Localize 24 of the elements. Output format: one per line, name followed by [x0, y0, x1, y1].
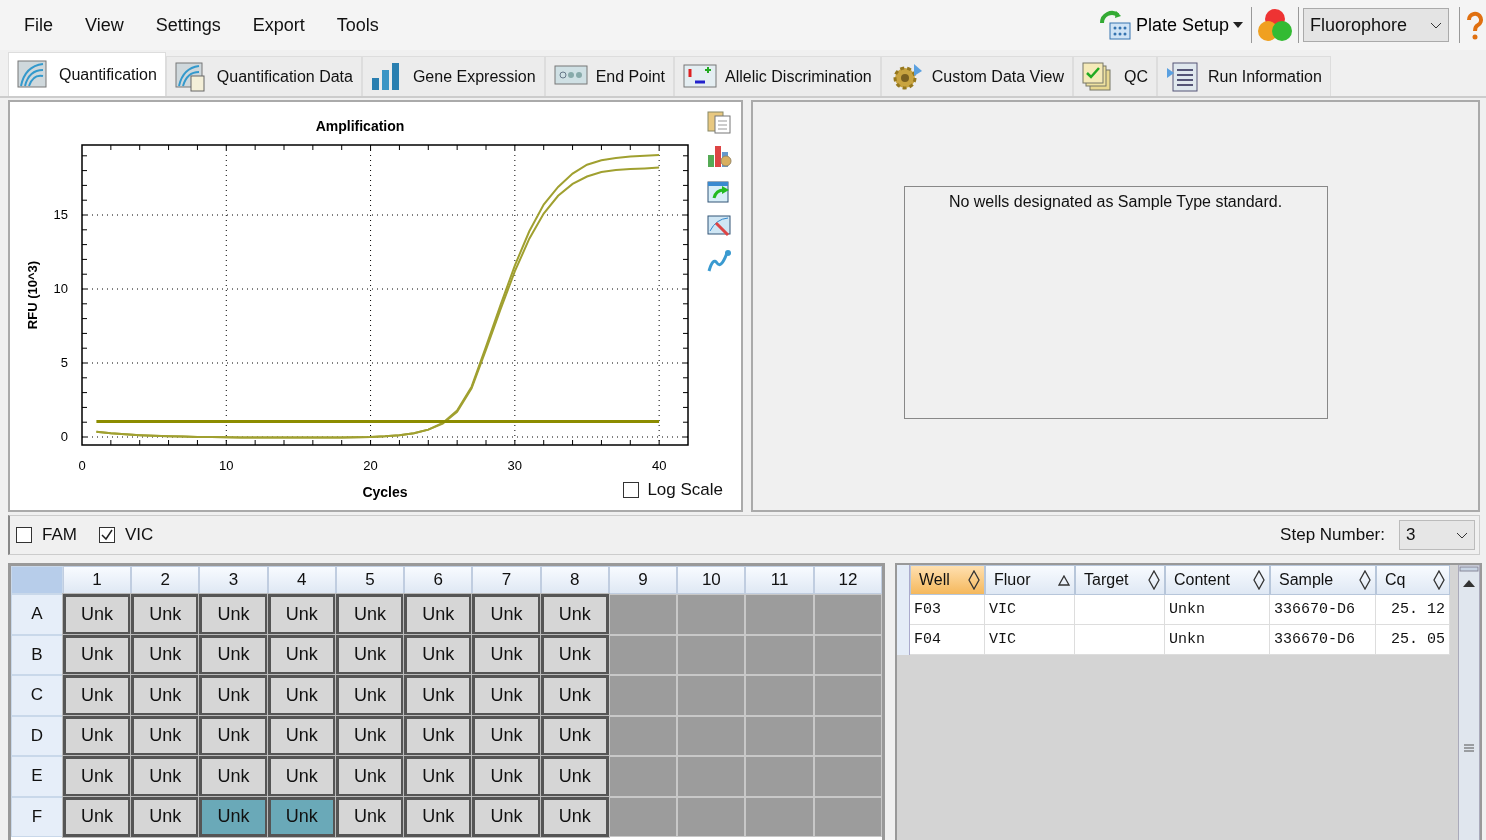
x-tick-label: 40	[651, 458, 667, 473]
step-number-label: Step Number:	[1280, 525, 1385, 545]
table-cell: 25. 12	[1376, 595, 1450, 625]
y-axis-title: RFU (10^3)	[25, 260, 40, 330]
chart-title: Amplification	[315, 118, 405, 134]
table-cell: F04	[910, 625, 985, 655]
y-tick-label: 15	[53, 207, 68, 222]
x-tick-label: 10	[219, 458, 234, 473]
table-cell: 336670-D6	[1270, 595, 1376, 625]
message-text: No wells designated as Sample Type standard.	[948, 193, 1283, 212]
x-axis-title: Cycles	[362, 484, 408, 500]
y-tick-label: 5	[60, 355, 68, 370]
y-tick-label: 0	[60, 429, 68, 444]
table-cell: Unkn	[1165, 625, 1270, 655]
table-cell: F03	[910, 595, 985, 625]
table-cell: VIC	[985, 595, 1075, 625]
table-cell: 336670-D6	[1270, 625, 1376, 655]
table-cell: VIC	[985, 625, 1075, 655]
y-tick-label: 10	[53, 281, 68, 296]
table-cell: Unkn	[1165, 595, 1270, 625]
table-cell: 25. 05	[1376, 625, 1450, 655]
x-tick-label: 0	[78, 458, 86, 473]
x-tick-label: 30	[507, 458, 523, 473]
x-tick-label: 20	[363, 458, 378, 473]
